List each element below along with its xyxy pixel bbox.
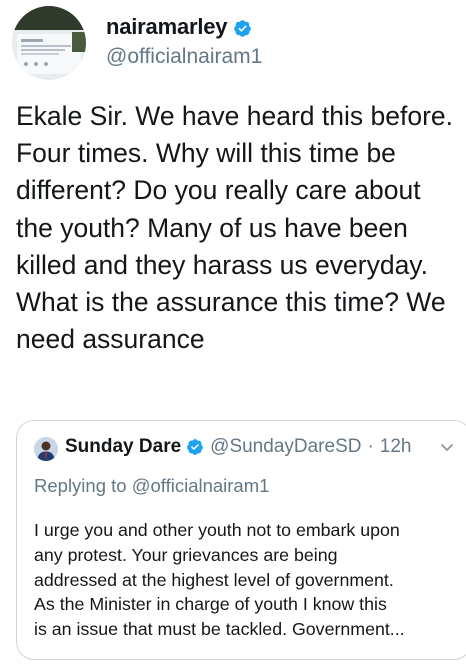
quoted-author-avatar[interactable]: [34, 437, 58, 461]
replying-to-line: Replying to @officialnairam1: [34, 475, 269, 497]
tweet-text: Ekale Sir. We have heard this before. Fo…: [16, 101, 454, 355]
quoted-tweet-line: addressed at the highest level of govern…: [34, 569, 394, 590]
verified-badge-icon: [186, 438, 204, 456]
quoted-tweet-line: is an issue that must be tackled. Govern…: [34, 619, 405, 640]
author-handle[interactable]: @officialnairam1: [106, 45, 262, 69]
replying-to-mention[interactable]: @officialnairam1: [132, 475, 270, 496]
chevron-down-icon[interactable]: [439, 439, 455, 455]
quoted-tweet-header: Sunday Dare @SundayDareSD · 12h: [65, 436, 412, 458]
replying-to-label: Replying to: [34, 475, 127, 496]
quoted-tweet-line: I urge you and other youth not to embark…: [34, 520, 400, 540]
author-name[interactable]: nairamarley: [106, 14, 252, 40]
quoted-author-name[interactable]: Sunday Dare: [65, 436, 181, 458]
quoted-tweet-text: I urge you and other youth not to embark…: [34, 518, 464, 642]
quoted-tweet-timestamp[interactable]: 12h: [380, 436, 412, 458]
author-display-name[interactable]: nairamarley: [106, 14, 228, 40]
separator-dot: ·: [367, 436, 374, 457]
quoted-tweet-card[interactable]: Sunday Dare @SundayDareSD · 12h Replying…: [16, 420, 466, 660]
author-avatar[interactable]: [12, 6, 86, 80]
quoted-tweet-line: any protest. Your grievances are being: [34, 544, 338, 565]
verified-badge-icon: [233, 18, 252, 37]
quoted-author-handle[interactable]: @SundayDareSD: [210, 436, 361, 458]
quoted-tweet-line: As the Minister in charge of youth I kno…: [34, 594, 387, 615]
